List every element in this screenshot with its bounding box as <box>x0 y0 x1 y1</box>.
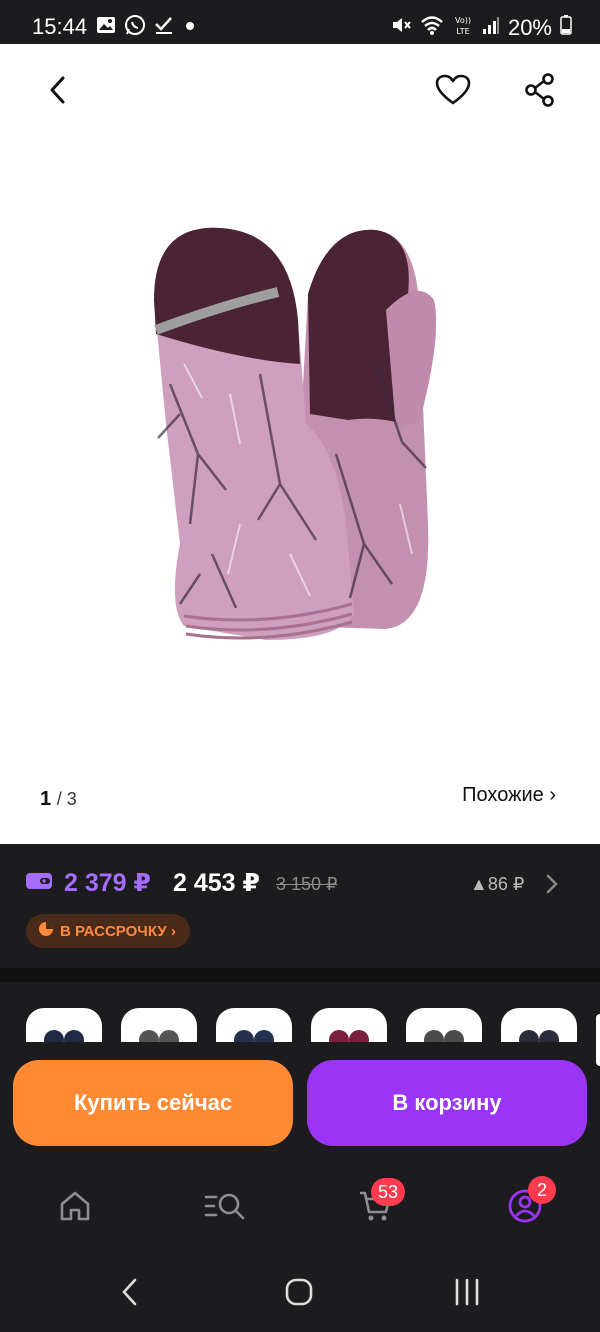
variant-color-swatch <box>254 1030 274 1042</box>
installment-button[interactable]: В РАССРОЧКУ › <box>26 914 190 948</box>
system-home-icon <box>285 1278 313 1306</box>
system-recents-button[interactable] <box>447 1270 487 1314</box>
svg-text:LTE: LTE <box>456 27 469 36</box>
product-image-mittens <box>140 224 450 664</box>
status-left-icons <box>96 14 198 41</box>
variant-color-swatch <box>159 1030 179 1042</box>
favorite-button[interactable] <box>431 68 475 112</box>
share-button[interactable] <box>518 68 562 112</box>
chevron-left-icon <box>50 76 65 104</box>
pie-chart-icon <box>38 921 54 941</box>
tab-catalog[interactable] <box>200 1184 250 1228</box>
profile-badge: 2 <box>528 1176 556 1204</box>
share-icon <box>525 73 554 107</box>
variant-mittens-preview <box>327 1030 371 1042</box>
variant-thumbnail[interactable] <box>311 1008 387 1042</box>
wifi-icon <box>420 15 444 40</box>
similar-products-link[interactable]: Похожие › <box>462 784 556 807</box>
variant-color-swatch <box>329 1030 349 1042</box>
variant-thumbnail[interactable] <box>406 1008 482 1042</box>
variant-mittens-preview <box>232 1030 276 1042</box>
download-check-icon <box>154 15 174 40</box>
volte-icon: Vo)) LTE <box>452 14 474 41</box>
catalog-search-icon <box>204 1193 245 1220</box>
image-counter: 1 / 3 <box>40 788 77 810</box>
buy-now-button[interactable]: Купить сейчас <box>13 1060 293 1146</box>
variant-thumbnail[interactable] <box>501 1008 577 1042</box>
installment-label: В РАССРОЧКУ › <box>60 922 176 940</box>
variant-thumbnail[interactable] <box>216 1008 292 1042</box>
battery-percent: 20% <box>507 14 552 40</box>
edge-panel-handle[interactable] <box>596 1014 600 1066</box>
bonus-points[interactable]: ▲86 ₽ <box>470 874 524 895</box>
add-to-cart-button[interactable]: В корзину <box>307 1060 587 1146</box>
image-counter-total: 3 <box>66 789 77 809</box>
variant-color-swatch <box>539 1030 559 1042</box>
back-button[interactable] <box>36 68 80 112</box>
status-right-icons: Vo)) LTE 20% <box>390 14 572 41</box>
variant-color-swatch <box>349 1030 369 1042</box>
main-price: 2 453 ₽ <box>173 869 260 897</box>
variant-mittens-preview <box>422 1030 466 1042</box>
battery-icon <box>560 15 572 40</box>
wallet-price: 2 379 ₽ <box>64 869 151 897</box>
wallet-icon <box>26 871 52 896</box>
signal-icon <box>482 15 500 40</box>
system-back-button[interactable] <box>110 1270 150 1314</box>
mute-icon <box>390 15 412 40</box>
chevron-right-icon[interactable] <box>546 874 558 899</box>
gallery-icon <box>96 16 116 39</box>
variant-thumbnail[interactable] <box>121 1008 197 1042</box>
image-counter-current: 1 <box>40 788 52 810</box>
cart-badge: 53 <box>371 1178 406 1206</box>
heart-icon <box>435 74 471 105</box>
variant-color-swatch <box>444 1030 464 1042</box>
status-time: 15:44 <box>32 14 88 39</box>
system-home-button[interactable] <box>279 1270 319 1314</box>
variant-color-swatch <box>44 1030 64 1042</box>
tab-home[interactable] <box>50 1184 100 1228</box>
section-divider <box>0 968 600 982</box>
variant-thumbnail[interactable] <box>26 1008 102 1042</box>
product-gallery[interactable]: 1 / 3 Похожие › <box>0 44 600 844</box>
old-price: 3 150 ₽ <box>276 874 338 894</box>
status-bar: 15:44 Vo)) LTE 20% <box>0 0 600 44</box>
variant-color-swatch <box>139 1030 159 1042</box>
variant-color-swatch <box>424 1030 444 1042</box>
price-block: 2 379 ₽ 2 453 ₽ 3 150 ₽ ▲86 ₽ В РАССРОЧК… <box>0 844 600 968</box>
system-back-icon <box>122 1278 137 1306</box>
variant-mittens-preview <box>42 1030 86 1042</box>
dot-icon <box>182 15 198 40</box>
home-icon <box>60 1191 90 1221</box>
variant-color-swatch <box>234 1030 254 1042</box>
variant-mittens-preview <box>517 1030 561 1042</box>
svg-text:Vo)): Vo)) <box>455 16 471 25</box>
variant-color-swatch <box>64 1030 84 1042</box>
whatsapp-icon <box>124 14 146 41</box>
system-recents-icon <box>455 1278 479 1306</box>
variant-color-swatch <box>519 1030 539 1042</box>
variant-mittens-preview <box>137 1030 181 1042</box>
